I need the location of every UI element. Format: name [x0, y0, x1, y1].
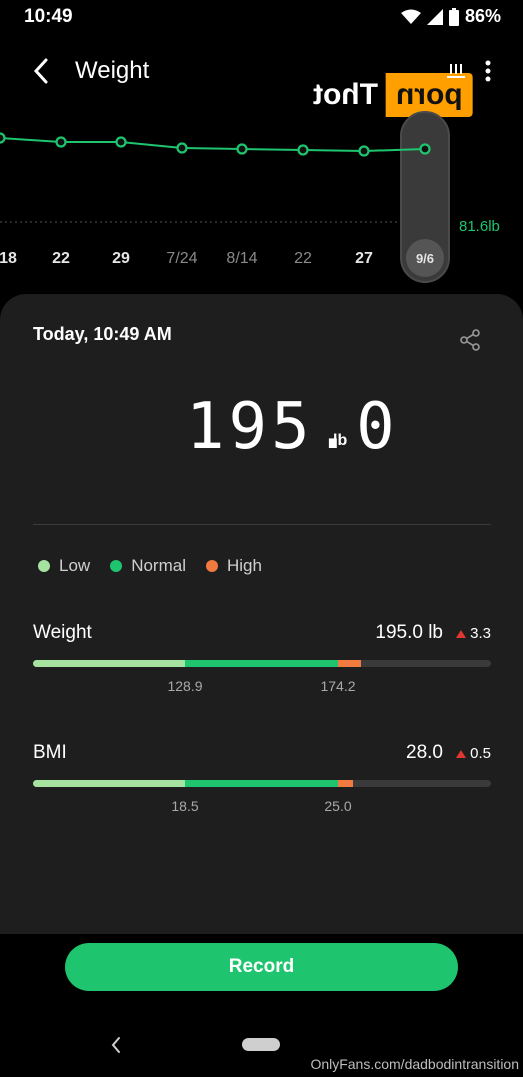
status-time: 10:49 — [24, 6, 73, 27]
weight-metric-delta: 3.3 — [456, 625, 491, 642]
trend-point[interactable] — [0, 132, 6, 144]
bmi-metric-delta: 0.5 — [456, 745, 491, 762]
page-title: Weight — [75, 57, 150, 84]
weight-threshold-low: 128.9 — [167, 678, 203, 694]
trend-svg: 18 22 29 7/24 8/14 22 27 9/6 81.6lb — [0, 111, 500, 283]
bmi-threshold-high: 25.0 — [324, 798, 352, 814]
trend-point[interactable] — [55, 136, 67, 148]
bmi-metric-name: BMI — [33, 742, 67, 763]
battery-icon — [448, 7, 459, 26]
bmi-high-segment — [338, 780, 353, 787]
trend-point[interactable] — [236, 143, 248, 155]
weight-trend-chart[interactable]: 18 22 29 7/24 8/14 22 27 9/6 81.6lb — [0, 100, 523, 290]
bmi-normal-segment — [185, 780, 338, 787]
trend-point[interactable] — [176, 142, 188, 154]
weight-normal-segment — [185, 660, 338, 667]
status-bar: 10:49 86% — [0, 0, 523, 32]
weight-unit: lb — [333, 432, 348, 449]
detail-card: Today, 10:49 AM 195.0 lb Low Normal High… — [0, 294, 523, 934]
trend-point[interactable] — [115, 136, 127, 148]
trend-date-label[interactable]: 7/24 — [166, 250, 197, 267]
trend-date-label[interactable]: 22 — [294, 250, 312, 267]
weight-range-bar — [33, 660, 491, 667]
legend-low-dot — [38, 560, 50, 572]
record-button[interactable]: Record — [65, 943, 458, 991]
legend-high-label: High — [226, 556, 262, 575]
weight-value: 195.0 — [186, 390, 399, 464]
wifi-icon — [400, 9, 421, 24]
trend-point[interactable] — [297, 144, 309, 156]
bmi-delta-value: 0.5 — [470, 745, 491, 762]
legend-normal: Normal — [110, 556, 186, 576]
share-icon[interactable] — [458, 328, 482, 352]
bmi-low-segment — [33, 780, 185, 787]
weight-metric-name: Weight — [33, 622, 92, 643]
status-icons: 86% — [400, 6, 501, 27]
legend-low-label: Low — [59, 556, 91, 575]
battery-percent: 86% — [464, 6, 501, 26]
legend-normal-label: Normal — [131, 556, 186, 575]
home-pill[interactable] — [242, 1038, 280, 1051]
chevron-left-icon — [33, 58, 48, 84]
trend-date-label[interactable]: 22 — [52, 250, 70, 267]
trend-up-icon — [456, 749, 467, 758]
record-date: Today, 10:49 AM — [33, 324, 172, 344]
weight-high-segment — [338, 660, 361, 667]
legend-low: Low — [38, 556, 90, 576]
trend-up-icon — [456, 629, 467, 638]
weight-delta-value: 3.3 — [470, 625, 491, 642]
divider — [33, 524, 491, 525]
legend-high: High — [205, 556, 262, 576]
range-legend: Low Normal High — [38, 556, 262, 576]
weight-metric-value: 195.0 lb — [375, 622, 443, 643]
legend-high-dot — [205, 560, 218, 572]
settings-sliders-icon[interactable] — [445, 58, 467, 84]
trend-date-label[interactable]: 9/6 — [416, 251, 434, 266]
app-bar: Weight Thot porn — [0, 40, 523, 117]
legend-normal-dot — [110, 560, 123, 572]
signal-icon — [426, 8, 443, 25]
weight-low-segment — [33, 660, 185, 667]
bmi-threshold-low: 18.5 — [171, 798, 199, 814]
app-bar-actions — [445, 58, 491, 84]
bmi-metric-value: 28.0 — [406, 742, 443, 763]
trend-reference-label: 81.6lb — [459, 218, 500, 235]
back-button[interactable] — [28, 54, 56, 88]
trend-date-label[interactable]: 8/14 — [226, 250, 257, 267]
trend-point[interactable] — [358, 145, 370, 157]
trend-date-label[interactable]: 29 — [112, 250, 130, 267]
trend-point[interactable] — [419, 143, 431, 155]
more-options-icon[interactable] — [485, 58, 491, 84]
trend-date-label[interactable]: 27 — [355, 250, 373, 267]
system-back-button[interactable] — [108, 1034, 124, 1056]
footer-watermark: OnlyFans.com/dadbodintransition — [310, 1056, 519, 1072]
chevron-left-icon — [111, 1037, 120, 1053]
bmi-range-bar — [33, 780, 491, 787]
trend-date-label[interactable]: 18 — [0, 250, 17, 267]
weight-threshold-high: 174.2 — [320, 678, 356, 694]
